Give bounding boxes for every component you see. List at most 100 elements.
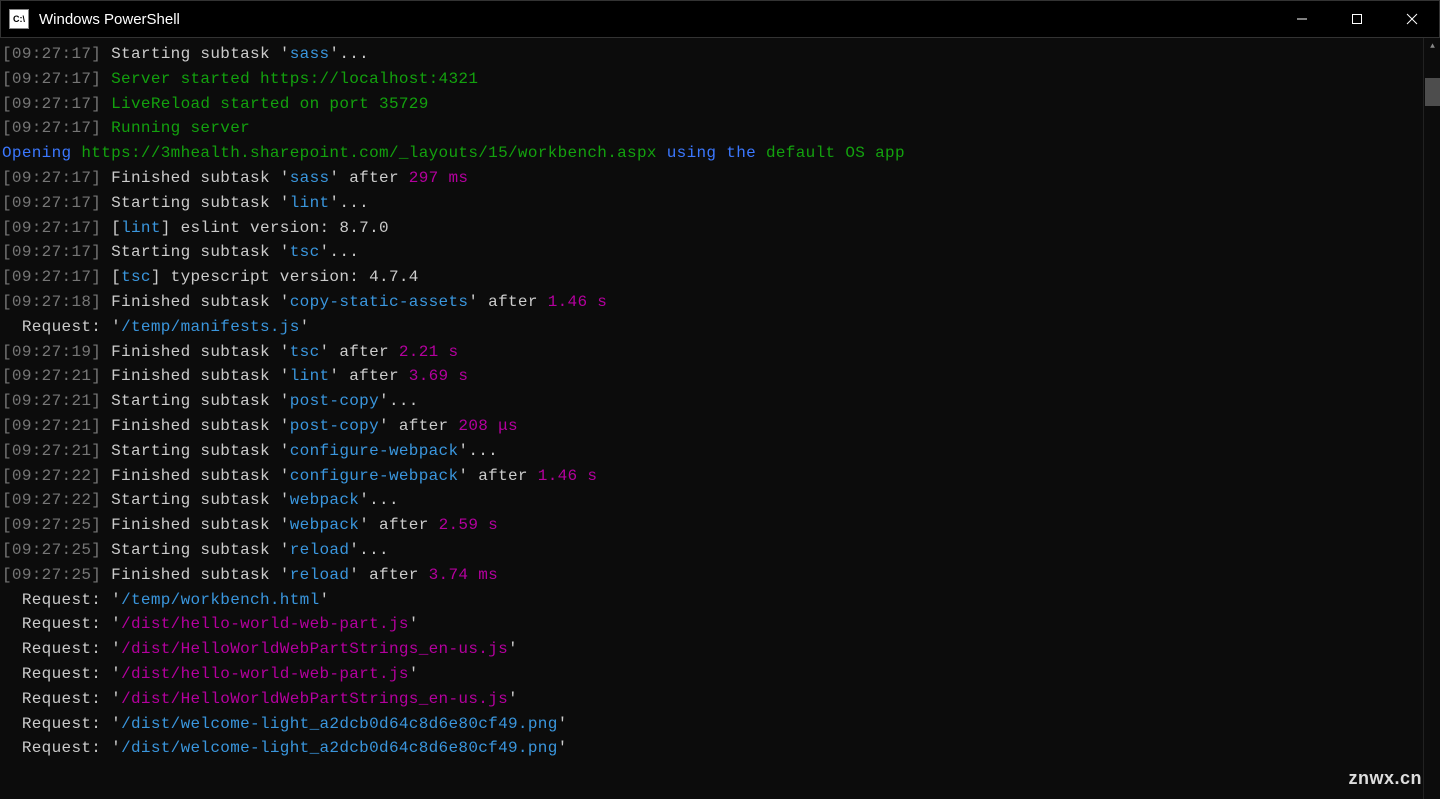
close-button[interactable] — [1384, 1, 1439, 37]
terminal-text: lint — [290, 194, 330, 212]
terminal-text: /dist/welcome-light_a2dcb0d64c8d6e80cf49… — [121, 739, 558, 757]
terminal-area[interactable]: [09:27:17] Starting subtask 'sass'...[09… — [0, 38, 1440, 799]
terminal-text: [09:27:17] — [2, 268, 101, 286]
terminal-line: [09:27:17] Finished subtask 'sass' after… — [2, 166, 1438, 191]
terminal-text: [09:27:18] — [2, 293, 101, 311]
terminal-text: Finished subtask ' — [101, 516, 290, 534]
terminal-text: [09:27:17] — [2, 243, 101, 261]
terminal-text: ' — [409, 615, 419, 633]
terminal-text: [09:27:21] — [2, 442, 101, 460]
terminal-text: Request: ' — [2, 591, 121, 609]
terminal-text: [ — [101, 268, 121, 286]
terminal-text: Request: ' — [2, 739, 121, 757]
titlebar[interactable]: C:\ Windows PowerShell — [0, 0, 1440, 38]
terminal-text: Finished subtask ' — [101, 566, 290, 584]
terminal-text: [09:27:17] — [2, 119, 101, 137]
terminal-text: Starting subtask ' — [101, 541, 290, 559]
terminal-text: 1.46 s — [548, 293, 608, 311]
terminal-line: [09:27:17] Starting subtask 'tsc'... — [2, 240, 1438, 265]
terminal-text: '... — [320, 243, 360, 261]
terminal-text: lint — [290, 367, 330, 385]
terminal-text: [09:27:21] — [2, 367, 101, 385]
scrollbar[interactable]: ▲ — [1423, 38, 1440, 799]
terminal-text: 2.21 s — [399, 343, 459, 361]
terminal-line: [09:27:17] Server started https://localh… — [2, 67, 1438, 92]
terminal-text: ' — [320, 591, 330, 609]
terminal-line: [09:27:19] Finished subtask 'tsc' after … — [2, 340, 1438, 365]
terminal-text: '... — [349, 541, 389, 559]
terminal-text: 297 ms — [409, 169, 469, 187]
terminal-text: Request: ' — [2, 690, 121, 708]
terminal-text: ' after — [329, 169, 408, 187]
terminal-text: 2.59 s — [439, 516, 499, 534]
terminal-text: ] typescript version: 4.7.4 — [151, 268, 419, 286]
terminal-text: [ — [101, 219, 121, 237]
terminal-text: Starting subtask ' — [101, 392, 290, 410]
terminal-text: Request: ' — [2, 615, 121, 633]
terminal-line: [09:27:17] [tsc] typescript version: 4.7… — [2, 265, 1438, 290]
maximize-button[interactable] — [1329, 1, 1384, 37]
terminal-line: Request: '/dist/HelloWorldWebPartStrings… — [2, 637, 1438, 662]
terminal-text: [09:27:17] — [2, 95, 101, 113]
app-icon: C:\ — [9, 9, 29, 29]
terminal-text: ' — [508, 690, 518, 708]
terminal-text: [09:27:21] — [2, 417, 101, 435]
terminal-line: [09:27:21] Starting subtask 'configure-w… — [2, 439, 1438, 464]
terminal-text: [09:27:22] — [2, 491, 101, 509]
terminal-text: /temp/workbench.html — [121, 591, 319, 609]
terminal-text: reload — [290, 541, 350, 559]
terminal-text: '... — [379, 392, 419, 410]
terminal-text: Starting subtask ' — [101, 194, 290, 212]
minimize-button[interactable] — [1274, 1, 1329, 37]
terminal-line: Request: '/dist/HelloWorldWebPartStrings… — [2, 687, 1438, 712]
minimize-icon — [1296, 13, 1308, 25]
terminal-text: 208 μs — [458, 417, 518, 435]
scroll-up-arrow-icon[interactable]: ▲ — [1424, 38, 1440, 55]
terminal-line: Request: '/dist/welcome-light_a2dcb0d64c… — [2, 736, 1438, 761]
terminal-line: [09:27:17] Starting subtask 'sass'... — [2, 42, 1438, 67]
terminal-text: [09:27:25] — [2, 516, 101, 534]
watermark: znwx.cn — [1348, 768, 1422, 789]
terminal-text: Starting subtask ' — [101, 491, 290, 509]
terminal-text: sass — [290, 45, 330, 63]
terminal-text: configure-webpack — [290, 467, 459, 485]
terminal-text: Request: ' — [2, 318, 121, 336]
terminal-text: Starting subtask ' — [101, 45, 290, 63]
terminal-line: Request: '/dist/hello-world-web-part.js' — [2, 612, 1438, 637]
terminal-text: Opening — [2, 144, 71, 162]
terminal-text: ' — [558, 739, 568, 757]
terminal-text: /dist/HelloWorldWebPartStrings_en-us.js — [121, 640, 508, 658]
terminal-text: Starting subtask ' — [101, 442, 290, 460]
terminal-text: [09:27:25] — [2, 541, 101, 559]
scroll-thumb[interactable] — [1425, 78, 1440, 106]
terminal-text: tsc — [290, 343, 320, 361]
terminal-line: [09:27:17] [lint] eslint version: 8.7.0 — [2, 216, 1438, 241]
terminal-text: ' after — [320, 343, 399, 361]
terminal-text: ' — [300, 318, 310, 336]
terminal-text: using the — [667, 144, 766, 162]
terminal-text: Finished subtask ' — [101, 293, 290, 311]
terminal-text: tsc — [290, 243, 320, 261]
terminal-text: webpack — [290, 491, 359, 509]
terminal-text: ' after — [359, 516, 438, 534]
terminal-text: LiveReload started on port 35729 — [101, 95, 428, 113]
terminal-text: default OS app — [766, 144, 905, 162]
terminal-line: [09:27:25] Finished subtask 'webpack' af… — [2, 513, 1438, 538]
terminal-text: '... — [458, 442, 498, 460]
terminal-text: [09:27:17] — [2, 194, 101, 212]
terminal-text: [09:27:21] — [2, 392, 101, 410]
terminal-text: configure-webpack — [290, 442, 459, 460]
terminal-line: [09:27:18] Finished subtask 'copy-static… — [2, 290, 1438, 315]
close-icon — [1406, 13, 1418, 25]
terminal-text: Finished subtask ' — [101, 417, 290, 435]
terminal-text: [09:27:17] — [2, 219, 101, 237]
terminal-text: [09:27:17] — [2, 169, 101, 187]
terminal-text: Finished subtask ' — [101, 467, 290, 485]
terminal-text: Server started https://localhost:4321 — [101, 70, 478, 88]
terminal-text: Running server — [101, 119, 250, 137]
terminal-text: [09:27:25] — [2, 566, 101, 584]
terminal-text: '... — [329, 194, 369, 212]
terminal-text: reload — [290, 566, 350, 584]
terminal-text: /dist/hello-world-web-part.js — [121, 665, 409, 683]
terminal-text: Request: ' — [2, 640, 121, 658]
